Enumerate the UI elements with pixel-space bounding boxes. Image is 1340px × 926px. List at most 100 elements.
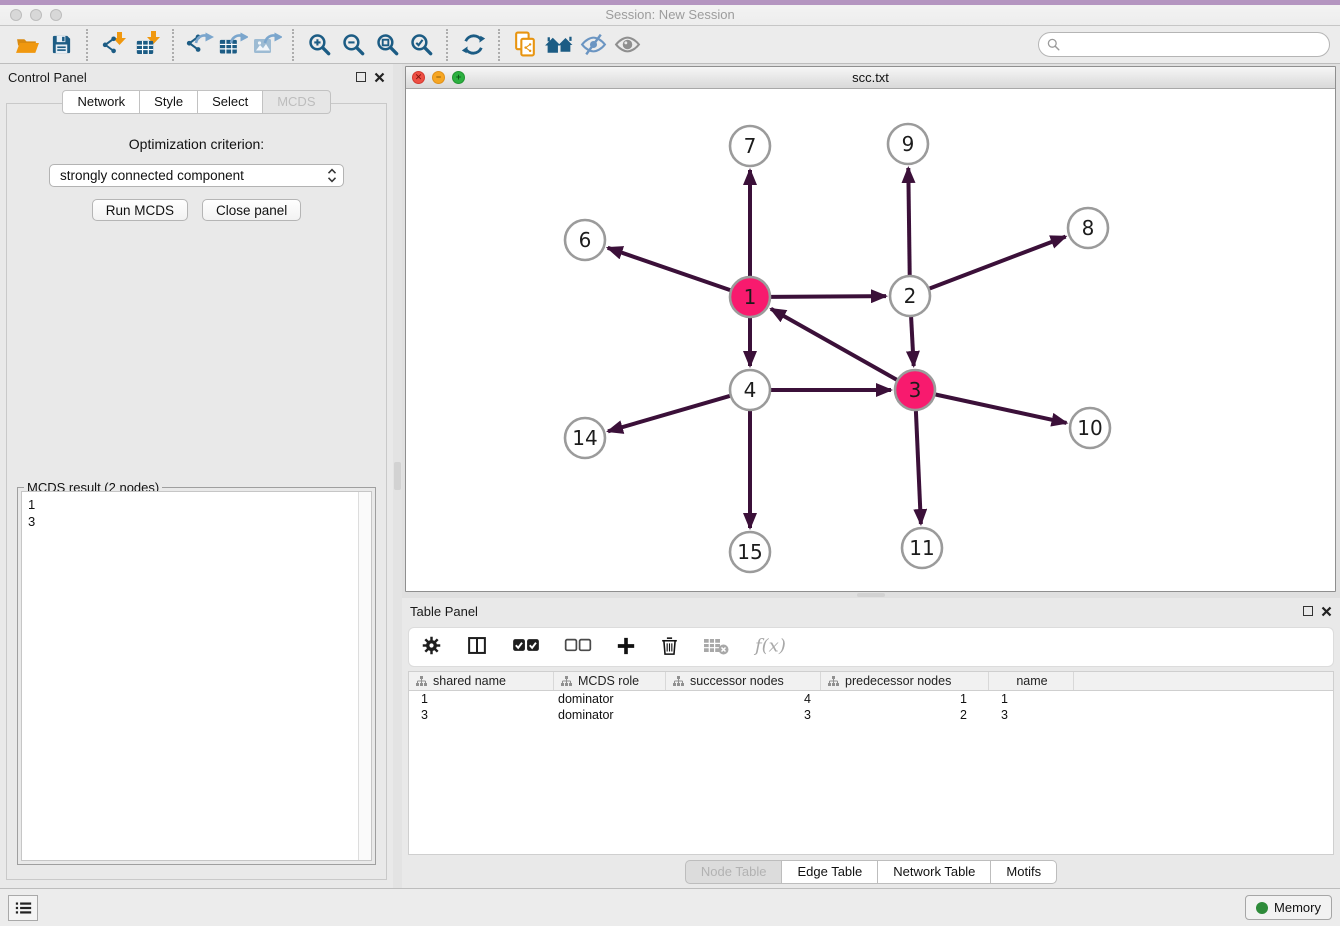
fx-icon: f(x): [753, 634, 789, 660]
tab-select[interactable]: Select: [198, 90, 263, 114]
zoom-selected-button[interactable]: [404, 30, 438, 60]
node-3[interactable]: 3: [895, 370, 935, 410]
function-builder-button: f(x): [753, 634, 789, 660]
first-neighbors-button[interactable]: [542, 30, 576, 60]
save-icon: [50, 33, 73, 56]
zoom-fit-icon: [375, 32, 400, 57]
node-10[interactable]: 10: [1070, 408, 1110, 448]
tab-mcds[interactable]: MCDS: [263, 90, 330, 114]
apply-layout-button[interactable]: [456, 30, 490, 60]
node-7[interactable]: 7: [730, 126, 770, 166]
deselect-all-button[interactable]: [564, 638, 592, 656]
duplicate-network-icon: [513, 31, 538, 58]
edge-2-8[interactable]: [930, 237, 1066, 289]
export-network-icon: [185, 32, 214, 57]
table-close-panel-icon[interactable]: [1321, 606, 1332, 617]
svg-text:11: 11: [909, 536, 934, 560]
zoom-out-button[interactable]: [336, 30, 370, 60]
save-session-button[interactable]: [44, 30, 78, 60]
delete-table-button: [703, 636, 729, 659]
svg-text:6: 6: [579, 228, 592, 252]
node-6[interactable]: 6: [565, 220, 605, 260]
network-and-table-area: scc.txt ✕ − + 1234678910111415 Table Pan…: [402, 64, 1340, 888]
zoom-fit-button[interactable]: [370, 30, 404, 60]
tab-motifs[interactable]: Motifs: [991, 860, 1057, 884]
table-float-panel-icon[interactable]: [1303, 606, 1313, 616]
control-panel-tabs: NetworkStyleSelectMCDS: [0, 90, 393, 114]
import-table-button[interactable]: [130, 30, 164, 60]
import-network-button[interactable]: [96, 30, 130, 60]
svg-text:f(x): f(x): [753, 636, 786, 657]
task-history-button[interactable]: [8, 895, 38, 921]
edge-1-6[interactable]: [608, 248, 731, 290]
node-15[interactable]: 15: [730, 532, 770, 572]
vertical-splitter[interactable]: [393, 64, 402, 888]
node-8[interactable]: 8: [1068, 208, 1108, 248]
node-4[interactable]: 4: [730, 370, 770, 410]
edge-3-1[interactable]: [771, 309, 897, 380]
search-input[interactable]: [1065, 37, 1321, 52]
delete-column-button[interactable]: [660, 635, 679, 659]
close-panel-icon[interactable]: [374, 72, 385, 83]
hide-selected-button[interactable]: [576, 30, 610, 60]
column-header-successor-nodes[interactable]: successor nodes: [666, 672, 821, 690]
node-14[interactable]: 14: [565, 418, 605, 458]
zoom-in-button[interactable]: [302, 30, 336, 60]
node-1[interactable]: 1: [730, 277, 770, 317]
network-graph[interactable]: 1 2 3 4 6 7 8 9 10 11 14 15: [406, 89, 1335, 591]
table-settings-button[interactable]: [421, 635, 442, 659]
network-window-titlebar[interactable]: scc.txt ✕ − +: [406, 67, 1335, 89]
edge-2-9[interactable]: [908, 168, 909, 275]
node-2[interactable]: 2: [890, 276, 930, 316]
float-panel-icon[interactable]: [356, 72, 366, 82]
horizontal-splitter[interactable]: [402, 592, 1340, 598]
search-field[interactable]: [1038, 32, 1330, 57]
control-panel: Control Panel NetworkStyleSelectMCDS Opt…: [0, 64, 393, 888]
application-window: Session: New Session Control Panel Netwo…: [0, 0, 1340, 926]
column-header-name[interactable]: name: [989, 672, 1074, 690]
svg-text:9: 9: [902, 132, 915, 156]
node-9[interactable]: 9: [888, 124, 928, 164]
edge-3-11[interactable]: [916, 411, 921, 524]
duplicate-network-button[interactable]: [508, 30, 542, 60]
column-visibility-button[interactable]: [466, 635, 488, 659]
network-canvas[interactable]: 1 2 3 4 6 7 8 9 10 11 14 15: [406, 89, 1335, 591]
table-cell: 3: [409, 707, 554, 723]
edge-3-10[interactable]: [936, 395, 1067, 423]
horizontal-splitter-handle[interactable]: [857, 593, 885, 597]
column-header-shared-name[interactable]: shared name: [409, 672, 554, 690]
export-network-button[interactable]: [182, 30, 216, 60]
tab-network[interactable]: Network: [62, 90, 140, 114]
add-column-button[interactable]: [616, 636, 636, 659]
edge-4-14[interactable]: [608, 396, 730, 431]
gear-icon: [421, 635, 442, 659]
mcds-result-box: MCDS result (2 nodes) 1 3: [17, 487, 376, 865]
table-toolbar: f(x): [408, 627, 1334, 667]
run-mcds-button[interactable]: Run MCDS: [92, 199, 188, 221]
window-title: Session: New Session: [0, 7, 1340, 22]
export-image-button[interactable]: [250, 30, 284, 60]
select-all-button[interactable]: [512, 638, 540, 656]
memory-button[interactable]: Memory: [1245, 895, 1332, 920]
table-row[interactable]: 1dominator411: [409, 691, 1333, 707]
edge-2-3[interactable]: [911, 317, 914, 366]
result-scrollbar[interactable]: [358, 492, 371, 860]
column-header-MCDS-role[interactable]: MCDS role: [554, 672, 666, 690]
vertical-splitter-handle[interactable]: [394, 462, 401, 490]
table-row[interactable]: 3dominator323: [409, 707, 1333, 723]
checkboxes-unchecked-icon: [564, 638, 592, 656]
optimization-criterion-select[interactable]: strongly connected component: [49, 164, 344, 187]
tab-edge-table[interactable]: Edge Table: [782, 860, 878, 884]
mcds-result-area[interactable]: 1 3: [21, 491, 372, 861]
tab-node-table[interactable]: Node Table: [685, 860, 783, 884]
edge-1-2[interactable]: [771, 296, 886, 297]
tab-style[interactable]: Style: [140, 90, 198, 114]
open-file-button[interactable]: [10, 30, 44, 60]
export-table-button[interactable]: [216, 30, 250, 60]
column-header-predecessor-nodes[interactable]: predecessor nodes: [821, 672, 989, 690]
tab-network-table[interactable]: Network Table: [878, 860, 991, 884]
close-panel-button[interactable]: Close panel: [202, 199, 301, 221]
show-all-button: [610, 30, 644, 60]
node-11[interactable]: 11: [902, 528, 942, 568]
memory-status-icon: [1256, 902, 1268, 914]
